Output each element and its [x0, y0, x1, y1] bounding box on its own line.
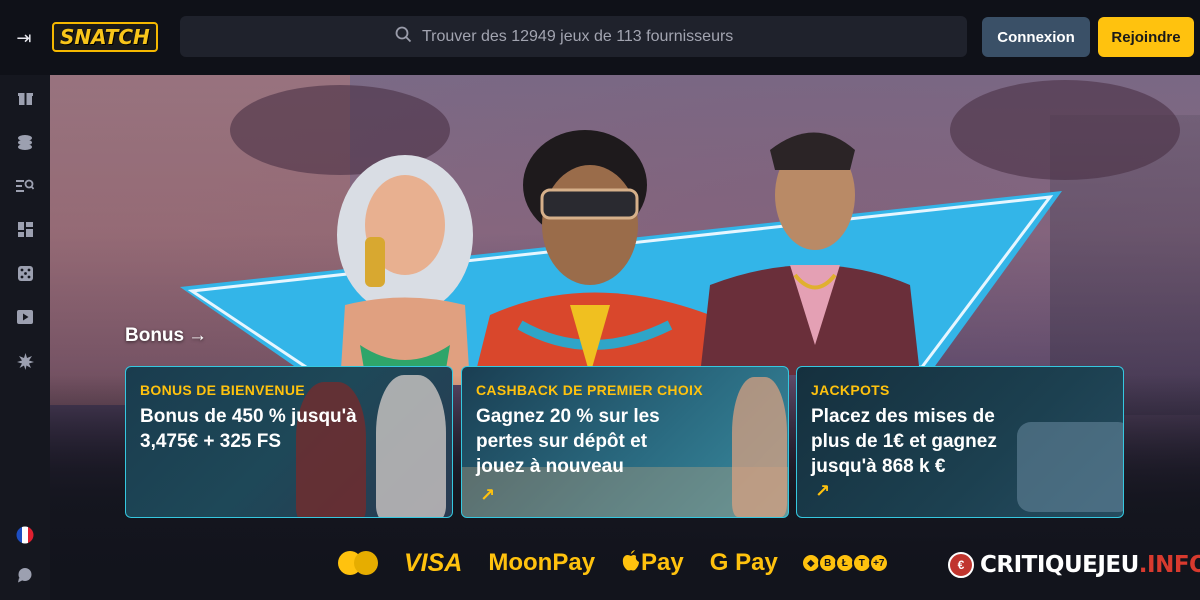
- arrow-up-right-icon: ↗: [480, 485, 496, 505]
- apple-pay-text: Pay: [641, 549, 684, 576]
- join-button[interactable]: Rejoindre: [1098, 17, 1194, 57]
- mastercard-icon: [338, 551, 378, 575]
- dice-icon[interactable]: [13, 261, 37, 285]
- hero-banner: Bonus → BONUS DE BIENVENUE Bonus de 450 …: [50, 75, 1200, 600]
- watermark-text: CRITIQUEJEU.INFO: [980, 552, 1200, 578]
- search-list-icon[interactable]: [13, 173, 37, 197]
- visa-logo: VISA: [404, 548, 463, 577]
- crypto-icons: ◆ B Ł T +7: [800, 553, 889, 573]
- card-eyebrow: JACKPOTS: [811, 382, 890, 398]
- play-icon[interactable]: [13, 305, 37, 329]
- card-eyebrow: CASHBACK DE PREMIER CHOIX: [476, 382, 703, 398]
- search-input[interactable]: [422, 27, 752, 46]
- more-crypto-badge: +7: [868, 553, 889, 573]
- bonus-section-link[interactable]: Bonus →: [125, 325, 207, 347]
- gift-icon[interactable]: [13, 85, 37, 109]
- search-bar[interactable]: [180, 16, 967, 57]
- watermark-main: CRITIQUEJEU: [980, 552, 1139, 578]
- sidebar-toggle-icon[interactable]: ⇥: [12, 26, 36, 50]
- top-header: ⇥ SNATCH Connexion Rejoindre: [0, 0, 1200, 75]
- payment-methods: VISA MoonPay Pay G Pay ◆ B Ł T +7: [338, 543, 889, 583]
- moonpay-logo: MoonPay: [488, 549, 596, 576]
- dashboard-icon[interactable]: [13, 217, 37, 241]
- arrow-right-icon: →: [188, 325, 208, 346]
- card-headline: Bonus de 450 % jusqu'à 3,475€ + 325 FS: [140, 406, 357, 452]
- france-flag-icon[interactable]: [13, 523, 37, 547]
- apple-pay-logo: Pay: [621, 548, 684, 579]
- card-headline: Placez des mises de plus de 1€ et gagnez…: [811, 406, 997, 477]
- watermark-suffix: .INFO: [1138, 552, 1200, 578]
- login-button[interactable]: Connexion: [982, 17, 1090, 57]
- cashback-card[interactable]: CASHBACK DE PREMIER CHOIX Gagnez 20 % su…: [461, 366, 789, 518]
- coins-icon[interactable]: [13, 130, 37, 154]
- search-icon: [395, 26, 412, 48]
- site-logo[interactable]: SNATCH: [52, 22, 158, 52]
- bonus-link-label: Bonus: [125, 325, 185, 346]
- card-headline: Gagnez 20 % sur les pertes sur dépôt et …: [476, 406, 660, 477]
- sidebar: [0, 75, 50, 600]
- card-eyebrow: BONUS DE BIENVENUE: [140, 382, 305, 398]
- critiquejeu-watermark: € CRITIQUEJEU.INFO: [948, 552, 1200, 578]
- apple-icon: [621, 548, 641, 579]
- arrow-up-right-icon: ↗: [815, 481, 831, 501]
- card-illustration: [732, 377, 787, 517]
- watermark-badge-icon: €: [948, 552, 974, 578]
- burst-icon[interactable]: [13, 349, 37, 373]
- jackpots-card[interactable]: JACKPOTS Placez des mises de plus de 1€ …: [796, 366, 1124, 518]
- welcome-bonus-card[interactable]: BONUS DE BIENVENUE Bonus de 450 % jusqu'…: [125, 366, 453, 518]
- google-pay-logo: G Pay: [709, 549, 778, 576]
- chat-icon[interactable]: [13, 563, 37, 587]
- logo-text: SNATCH: [60, 25, 150, 49]
